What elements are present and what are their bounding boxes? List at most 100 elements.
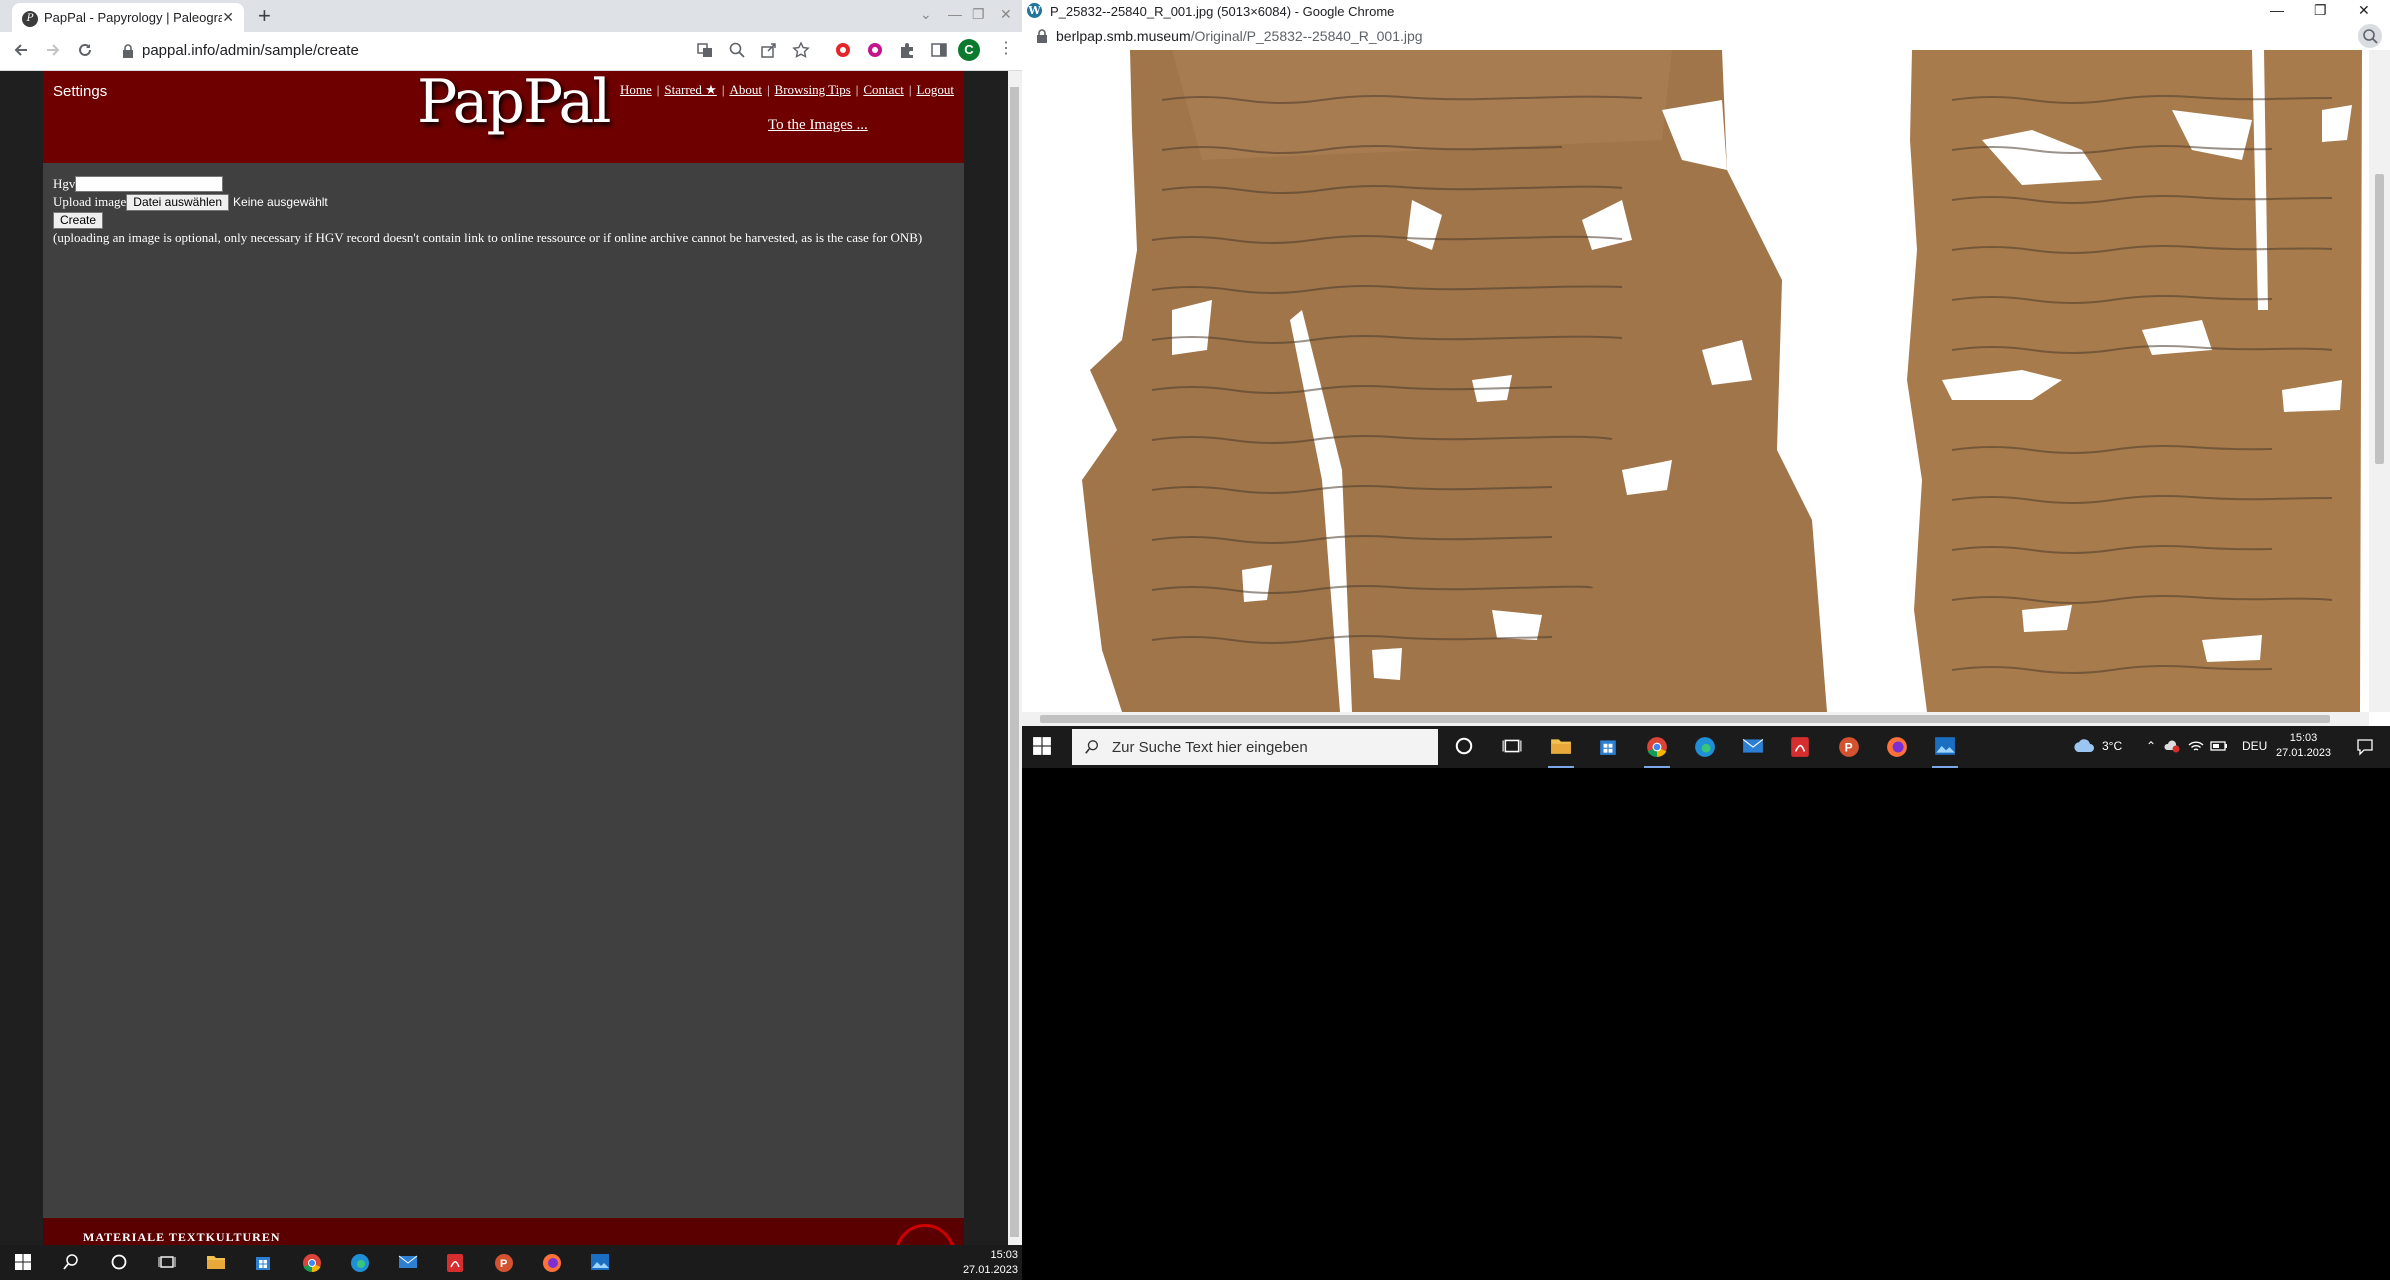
right-browser-window: W P_25832--25840_R_001.jpg (5013×6084) -…	[1022, 0, 2390, 768]
firefox-icon[interactable]	[1886, 736, 1908, 758]
chrome-icon[interactable]	[302, 1253, 322, 1273]
minimize-icon[interactable]: —	[948, 6, 962, 22]
cortana-icon[interactable]	[110, 1253, 128, 1271]
chrome-icon[interactable]	[1646, 736, 1668, 758]
search-icon[interactable]	[62, 1253, 80, 1271]
restore-icon[interactable]: ❐	[2314, 2, 2327, 19]
zoom-icon[interactable]	[728, 41, 746, 59]
forward-icon[interactable]	[44, 41, 62, 59]
minimize-icon[interactable]: —	[2270, 2, 2284, 18]
left-clock-time: 15:03	[990, 1249, 1018, 1261]
lock-icon	[123, 44, 133, 58]
left-clock[interactable]: 15:03 27.01.2023	[963, 1248, 1018, 1278]
share-icon[interactable]	[760, 41, 778, 59]
right-taskbar: Zur Suche Text hier eingeben P 3°C ⌃ DEU…	[1022, 726, 2390, 768]
scrollbar-thumb[interactable]	[2375, 174, 2384, 464]
tab-title: PapPal - Papyrology | Paleograph	[44, 10, 222, 25]
nav-home[interactable]: Home	[620, 82, 652, 97]
photos-icon[interactable]	[590, 1253, 610, 1271]
file-explorer-icon[interactable]	[1550, 736, 1572, 756]
onedrive-error-icon[interactable]	[2164, 739, 2180, 753]
windows-start-icon[interactable]	[1032, 736, 1052, 756]
language-indicator[interactable]: DEU	[2242, 739, 2267, 753]
magnifier-icon	[2363, 29, 2378, 44]
wifi-icon[interactable]	[2188, 739, 2204, 753]
task-view-icon[interactable]	[158, 1253, 176, 1271]
windows-start-icon[interactable]	[14, 1253, 32, 1271]
browser-tab-pappal[interactable]: P PapPal - Papyrology | Paleograph ✕	[12, 3, 244, 32]
cortana-icon[interactable]	[1454, 736, 1474, 756]
store-icon[interactable]	[254, 1253, 272, 1271]
reload-icon[interactable]	[76, 41, 94, 59]
address-bar[interactable]: pappal.info/admin/sample/create	[116, 37, 686, 65]
active-indicator	[1932, 766, 1958, 768]
svg-text:P: P	[1845, 740, 1853, 754]
powerpoint-icon[interactable]: P	[1838, 736, 1860, 758]
tab-search-icon[interactable]: ⌄	[920, 6, 932, 23]
new-tab-icon[interactable]: +	[258, 4, 271, 28]
translate-icon[interactable]	[696, 41, 714, 59]
side-panel-icon[interactable]	[930, 41, 948, 59]
notifications-icon[interactable]	[2356, 738, 2374, 756]
create-button[interactable]: Create	[53, 212, 104, 229]
weather-cloud-icon[interactable]	[2072, 738, 2096, 754]
upload-label: Upload image	[53, 194, 127, 209]
powerpoint-icon[interactable]: P	[494, 1253, 514, 1273]
nav-contact[interactable]: Contact	[863, 82, 903, 97]
extension-red-icon[interactable]	[834, 41, 852, 59]
right-clock-time: 15:03	[2289, 732, 2318, 744]
wordpress-favicon-icon: W	[1027, 3, 1042, 18]
mail-icon[interactable]	[398, 1253, 418, 1271]
right-clock[interactable]: 15:03 27.01.2023	[2276, 731, 2331, 761]
profile-avatar[interactable]: C	[958, 39, 980, 61]
weather-temperature[interactable]: 3°C	[2102, 739, 2122, 753]
vertical-scrollbar[interactable]	[2369, 50, 2390, 712]
photos-icon[interactable]	[1934, 736, 1956, 756]
pappal-page: Settings PapPal Home | Starred ★ | About | Bro…	[43, 67, 964, 1280]
zoom-badge-icon[interactable]	[2358, 24, 2382, 48]
edge-icon[interactable]	[350, 1253, 370, 1273]
page-viewport: Settings PapPal Home | Starred ★ | About | Bro…	[0, 67, 1008, 1280]
close-window-icon[interactable]: ✕	[1000, 6, 1012, 23]
edge-icon[interactable]	[1694, 736, 1716, 758]
scrollbar-thumb[interactable]	[1040, 715, 2330, 723]
right-address-bar[interactable]: berlpap.smb.museum/Original/P_25832--258…	[1022, 22, 2390, 51]
papyrus-image	[1022, 50, 2369, 712]
firefox-icon[interactable]	[542, 1253, 562, 1273]
search-placeholder: Zur Suche Text hier eingeben	[1112, 739, 1308, 756]
battery-icon[interactable]	[2210, 739, 2228, 753]
nav-starred[interactable]: Starred ★	[664, 82, 716, 97]
vertical-scrollbar[interactable]	[1008, 71, 1022, 1258]
extensions-puzzle-icon[interactable]	[898, 41, 916, 59]
back-icon[interactable]	[12, 41, 30, 59]
mail-icon[interactable]	[1742, 736, 1764, 756]
choose-file-button[interactable]: Datei auswählen	[126, 194, 230, 211]
close-tab-icon[interactable]: ✕	[222, 9, 234, 26]
nav-logout[interactable]: Logout	[916, 82, 954, 97]
task-view-icon[interactable]	[1502, 736, 1522, 756]
acrobat-icon[interactable]	[1790, 736, 1810, 758]
footer-text: MATERIALE TEXTKULTUREN	[83, 1230, 281, 1244]
chevron-up-icon[interactable]: ⌃	[2146, 739, 2156, 753]
restore-icon[interactable]: ❐	[972, 6, 985, 23]
close-window-icon[interactable]: ✕	[2358, 2, 2370, 19]
file-status: Keine ausgewählt	[233, 195, 328, 209]
image-viewer[interactable]	[1022, 50, 2369, 712]
menu-dots-icon[interactable]: ⋮	[998, 41, 1014, 57]
settings-link[interactable]: Settings	[53, 83, 107, 100]
pappal-logo[interactable]: PapPal	[417, 67, 611, 137]
tab-strip: P PapPal - Papyrology | Paleograph ✕ + ⌄…	[0, 0, 1022, 32]
horizontal-scrollbar[interactable]	[1022, 712, 2369, 726]
nav-about[interactable]: About	[729, 82, 762, 97]
acrobat-icon[interactable]	[446, 1253, 464, 1273]
extension-purple-icon[interactable]	[866, 41, 884, 59]
hgv-input[interactable]	[75, 176, 224, 192]
nav-browsing-tips[interactable]: Browsing Tips	[775, 82, 851, 97]
upload-note: (uploading an image is optional, only ne…	[53, 230, 923, 245]
store-icon[interactable]	[1598, 736, 1618, 756]
file-explorer-icon[interactable]	[206, 1253, 226, 1271]
scrollbar-thumb[interactable]	[1010, 87, 1019, 1237]
bookmark-star-icon[interactable]	[792, 41, 810, 59]
to-the-images-link[interactable]: To the Images ...	[768, 117, 868, 134]
taskbar-search-box[interactable]: Zur Suche Text hier eingeben	[1072, 729, 1438, 765]
